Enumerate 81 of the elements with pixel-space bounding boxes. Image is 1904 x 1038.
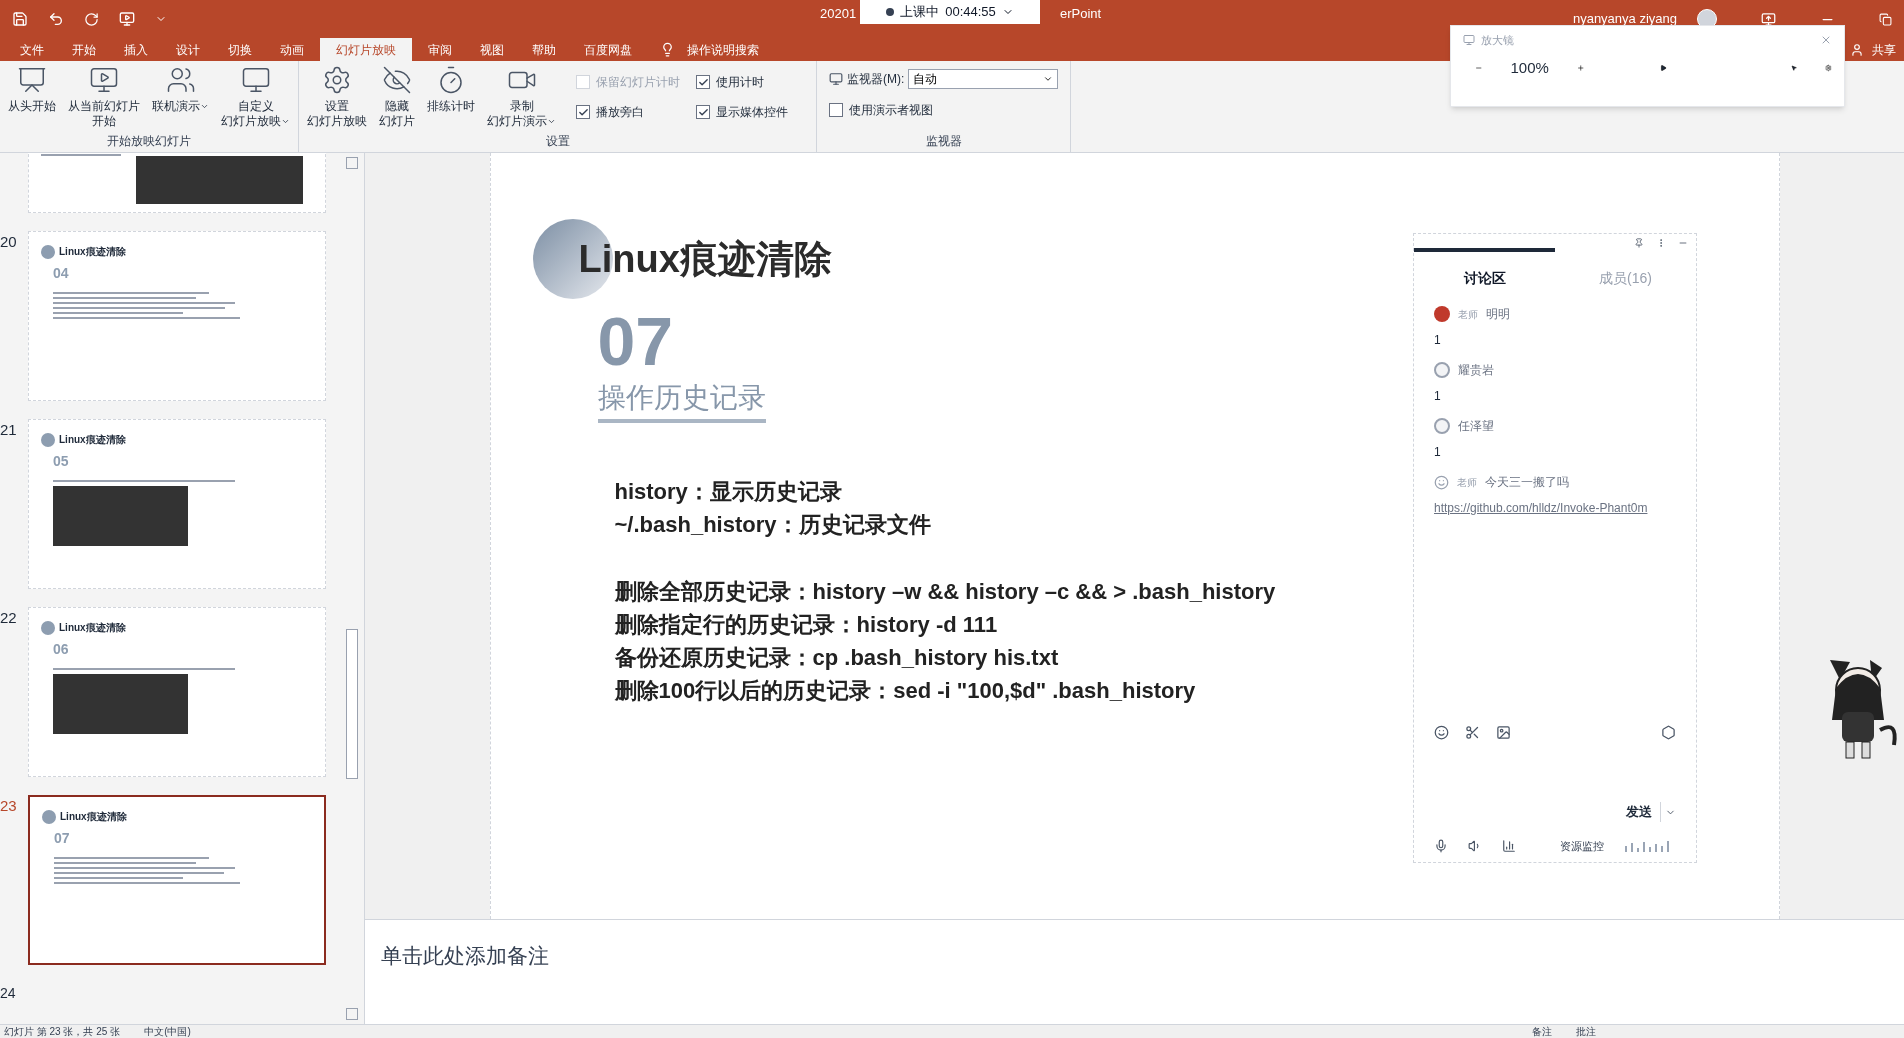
slide-text-line: 删除100行以后的历史记录：sed -i "100,$d" .bash_history — [614, 677, 1196, 705]
ribbon-tab[interactable]: 视图 — [468, 38, 516, 61]
monitor-dropdown[interactable]: 自动 — [908, 69, 1059, 89]
slide-text-line: 备份还原历史记录：cp .bash_history his.txt — [614, 644, 1059, 672]
slide-thumbnail[interactable]: Linux痕迹清除 07 — [28, 795, 326, 965]
recording-badge[interactable]: 上课中 00:44:55 — [860, 0, 1040, 24]
section-number: 07 — [597, 305, 674, 377]
message-text: 1 — [1434, 444, 1442, 461]
slide-text-line: history：显示历史记录 — [614, 478, 842, 506]
slide-number: 24 — [0, 984, 17, 1003]
thumbnail-section-number: 05 — [53, 452, 70, 471]
group-title: 设置 — [544, 133, 571, 150]
ribbon-button[interactable]: 自定义 幻灯片放映 — [217, 65, 294, 129]
status-button[interactable]: 批注 — [1576, 1024, 1596, 1038]
sender-name: 明明 — [1486, 306, 1510, 323]
message-text: 1 — [1434, 332, 1442, 349]
group-title: 监视器 — [924, 133, 963, 150]
ribbon-button[interactable]: 联机演示 — [148, 65, 213, 114]
ribbon-tab[interactable]: 文件 — [8, 38, 56, 61]
thumbnail-section-number: 07 — [54, 829, 71, 848]
window-title: 20201 — [820, 5, 857, 23]
monitor-label: 监视器(M): — [847, 71, 905, 88]
slide-thumbnail[interactable]: Linux痕迹清除 06 — [28, 607, 326, 777]
checkbox-label: 播放旁白 — [596, 104, 644, 121]
slide-number: 20 — [0, 232, 18, 252]
ribbon-tab[interactable]: 设计 — [164, 38, 212, 61]
ribbon-button[interactable]: 从当前幻灯片 开始 — [64, 65, 144, 129]
role-tag: 老师 — [1457, 474, 1477, 490]
ribbon-button[interactable]: 排练计时 — [423, 65, 479, 114]
ribbon-tab[interactable]: 百度网盘 — [572, 38, 644, 61]
slide-number: 22 — [0, 608, 18, 628]
ribbon-tab[interactable]: 帮助 — [520, 38, 568, 61]
ribbon-button[interactable]: 录制 幻灯片演示 — [483, 65, 560, 129]
thumbnail-section-number: 06 — [53, 640, 70, 659]
share-button[interactable]: 共享 — [1868, 38, 1896, 61]
thumbnail-section-number: 04 — [53, 264, 70, 283]
group-title: 开始放映幻灯片 — [106, 133, 192, 150]
role-tag: 老师 — [1458, 306, 1478, 322]
ribbon-button[interactable]: 设置 幻灯片放映 — [303, 65, 371, 129]
slide-text-line: ~/.bash_history：历史记录文件 — [614, 511, 931, 539]
slide-number: 23 — [0, 796, 18, 816]
slide-text-line: 删除全部历史记录：history –w && history –c && > .bash_history — [614, 578, 1276, 606]
ribbon-tab[interactable]: 审阅 — [416, 38, 464, 61]
section-subtitle: 操作历史记录 — [597, 377, 766, 423]
resource-monitor-label: 资源监控 — [1560, 838, 1604, 854]
slide-text-line: 删除指定行的历史记录：history -d 111 — [614, 611, 998, 639]
sender-name: 今天三一搬了吗 — [1485, 474, 1569, 491]
send-button[interactable]: 发送 — [1626, 802, 1661, 822]
search-link[interactable]: 操作说明搜索 — [679, 38, 767, 61]
slide-thumbnail[interactable]: Linux痕迹清除 04 — [28, 231, 326, 401]
status-button[interactable]: 备注 — [1532, 1024, 1552, 1038]
notes-placeholder[interactable]: 单击此处添加备注 — [381, 944, 549, 967]
slide-heading: Linux痕迹清除 — [578, 236, 832, 282]
ribbon-tab[interactable]: 开始 — [60, 38, 108, 61]
ribbon-tab[interactable]: 动画 — [268, 38, 316, 61]
ribbon-tab[interactable]: 幻灯片放映 — [320, 38, 412, 61]
slide-thumbnail[interactable]: Linux痕迹清除 05 — [28, 419, 326, 589]
thumbnail-heading: Linux痕迹清除 — [60, 810, 127, 824]
thumbnail-heading: Linux痕迹清除 — [59, 245, 126, 259]
ribbon-tab[interactable]: 插入 — [112, 38, 160, 61]
user-name: nyanyanya ziyang — [1572, 10, 1677, 29]
slide-number: 21 — [0, 420, 18, 440]
ribbon-button[interactable]: 从头开始 — [4, 65, 60, 114]
checkbox-label: 使用演示者视图 — [849, 102, 933, 119]
checkbox-label: 使用计时 — [716, 74, 764, 91]
ribbon-tab[interactable]: 切换 — [216, 38, 264, 61]
sender-name: 任泽望 — [1458, 418, 1494, 435]
status-text: 幻灯片 第 23 张，共 25 张 — [4, 1025, 121, 1038]
checkbox-label: 显示媒体控件 — [716, 104, 788, 121]
ribbon-button[interactable]: 隐藏 幻灯片 — [375, 65, 419, 129]
zoom-level: 100% — [1510, 57, 1549, 78]
app-name: erPoint — [1060, 5, 1102, 23]
message-link[interactable]: https://github.com/hlldz/Invoke-Phant0m — [1434, 499, 1676, 517]
checkbox-label: 保留幻灯片计时 — [596, 74, 680, 91]
chat-tab[interactable]: 讨论区 — [1414, 248, 1555, 293]
sender-name: 耀贵岩 — [1458, 362, 1494, 379]
thumbnail-heading: Linux痕迹清除 — [59, 621, 126, 635]
status-text: 中文(中国) — [144, 1025, 191, 1038]
magnifier-title: 放大镜 — [1481, 33, 1514, 48]
message-text: 1 — [1434, 388, 1442, 405]
thumbnail-heading: Linux痕迹清除 — [59, 433, 126, 447]
